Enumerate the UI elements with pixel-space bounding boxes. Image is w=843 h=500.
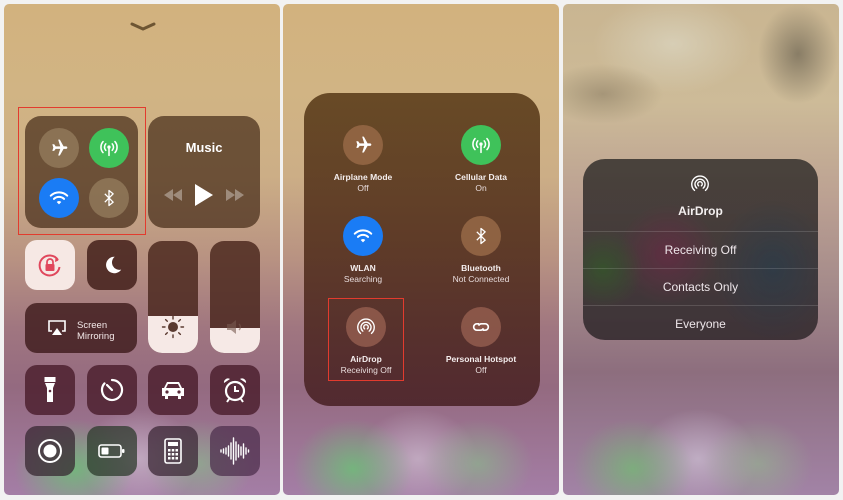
wifi-icon xyxy=(49,191,69,205)
airdrop-toggle[interactable]: AirDrop Receiving Off xyxy=(307,307,425,375)
bluetooth-button[interactable] xyxy=(461,216,501,256)
toggle-status: Not Connected xyxy=(452,274,510,284)
music-title: Music xyxy=(185,140,223,155)
cellular-toggle[interactable] xyxy=(89,128,129,168)
airdrop-option-contacts-only[interactable]: Contacts Only xyxy=(583,268,818,305)
control-center-screen: Music Screen Mirroring xyxy=(4,4,280,495)
toggle-name: Cellular Data xyxy=(455,172,507,182)
brightness-slider[interactable] xyxy=(148,241,198,353)
screen-mirroring-label-line2: Mirroring xyxy=(77,331,115,342)
connectivity-expanded-tile: Airplane Mode Off Cellular Data On WLAN … xyxy=(304,93,540,406)
rotation-lock-icon xyxy=(38,254,61,277)
toggle-status: Off xyxy=(357,183,369,193)
toggle-status: Off xyxy=(475,365,487,375)
voice-memo-waveform-icon xyxy=(220,437,250,465)
wifi-toggle[interactable] xyxy=(39,178,79,218)
rewind-icon[interactable] xyxy=(164,189,183,201)
do-not-disturb-button[interactable] xyxy=(87,240,137,290)
calculator-button[interactable] xyxy=(148,426,198,476)
toggle-name: Airplane Mode xyxy=(333,172,393,182)
airdrop-menu: AirDrop Receiving Off Contacts Only Ever… xyxy=(583,159,818,340)
car-icon xyxy=(162,382,184,399)
flashlight-button[interactable] xyxy=(25,365,75,415)
low-power-mode-button[interactable] xyxy=(87,426,137,476)
toggle-name: WLAN xyxy=(350,263,376,273)
airdrop-option-everyone[interactable]: Everyone xyxy=(583,305,818,340)
personal-hotspot-button[interactable] xyxy=(461,307,501,347)
hotspot-link-icon xyxy=(472,322,490,332)
toggle-status: On xyxy=(475,183,487,193)
toggle-status: Receiving Off xyxy=(340,365,392,375)
moon-icon xyxy=(106,256,122,274)
carplay-button[interactable] xyxy=(148,365,198,415)
airplane-icon xyxy=(356,136,372,153)
airdrop-menu-screen: AirDrop Receiving Off Contacts Only Ever… xyxy=(563,4,839,495)
timer-button[interactable] xyxy=(87,365,137,415)
screen-record-icon xyxy=(38,439,62,463)
bluetooth-toggle[interactable]: Bluetooth Not Connected xyxy=(422,216,540,284)
bluetooth-icon xyxy=(476,227,486,245)
bluetooth-icon xyxy=(104,189,114,207)
low-power-battery-icon xyxy=(98,444,125,458)
toggle-status: Searching xyxy=(343,274,383,284)
toggle-name: Bluetooth xyxy=(461,263,501,273)
timer-icon xyxy=(100,378,124,402)
airdrop-icon xyxy=(691,175,709,192)
cellular-antenna-icon xyxy=(472,137,490,154)
airplane-mode-toggle[interactable]: Airplane Mode Off xyxy=(304,125,422,193)
airdrop-menu-title: AirDrop xyxy=(678,204,723,218)
cellular-data-button[interactable] xyxy=(461,125,501,165)
volume-slider[interactable] xyxy=(210,241,260,353)
airdrop-icon xyxy=(357,318,375,335)
dismiss-chevron-icon[interactable] xyxy=(130,22,156,32)
connectivity-expanded-screen: Airplane Mode Off Cellular Data On WLAN … xyxy=(283,4,559,495)
calculator-icon xyxy=(164,438,182,464)
airdrop-option-receiving-off[interactable]: Receiving Off xyxy=(583,231,818,268)
cellular-antenna-icon xyxy=(100,140,118,157)
voice-memos-button[interactable] xyxy=(210,426,260,476)
personal-hotspot-toggle[interactable]: Personal Hotspot Off xyxy=(422,307,540,375)
wifi-icon xyxy=(353,229,373,243)
wlan-toggle[interactable]: WLAN Searching xyxy=(304,216,422,284)
screen-record-button[interactable] xyxy=(25,426,75,476)
bluetooth-toggle[interactable] xyxy=(89,178,129,218)
airdrop-button[interactable] xyxy=(346,307,386,347)
speaker-icon xyxy=(227,320,241,334)
sun-icon xyxy=(161,315,185,339)
screen-mirroring-button[interactable]: Screen Mirroring xyxy=(25,303,137,353)
connectivity-tile[interactable] xyxy=(25,116,138,228)
wlan-button[interactable] xyxy=(343,216,383,256)
airplane-mode-button[interactable] xyxy=(343,125,383,165)
screen-mirroring-label-line1: Screen xyxy=(77,320,108,331)
toggle-name: AirDrop xyxy=(350,354,382,364)
airplay-icon xyxy=(48,320,66,335)
alarm-clock-icon xyxy=(223,378,247,403)
cellular-data-toggle[interactable]: Cellular Data On xyxy=(422,125,540,193)
orientation-lock-button[interactable] xyxy=(25,240,75,290)
airdrop-menu-header: AirDrop xyxy=(583,159,818,229)
play-icon[interactable] xyxy=(194,184,213,206)
toggle-name: Personal Hotspot xyxy=(445,354,517,364)
airplane-icon xyxy=(52,139,68,156)
flashlight-icon xyxy=(44,377,56,402)
alarm-button[interactable] xyxy=(210,365,260,415)
fast-forward-icon[interactable] xyxy=(225,189,244,201)
airplane-toggle[interactable] xyxy=(39,128,79,168)
music-tile[interactable]: Music xyxy=(148,116,260,228)
